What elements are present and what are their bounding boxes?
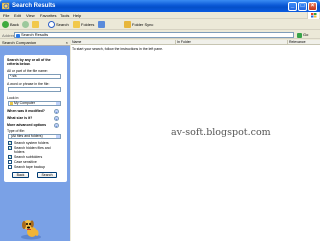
address-input[interactable]: Search Results (14, 32, 294, 38)
case-sensitive-label: Case sensitive (14, 160, 37, 164)
column-in-folder[interactable]: In Folder (176, 40, 288, 45)
when-modified-link[interactable]: When was it modified? (7, 109, 45, 113)
folder-sync-button[interactable]: Folder Sync (124, 20, 153, 29)
up-folder-button[interactable] (32, 20, 40, 29)
go-button[interactable]: Go (297, 32, 317, 38)
views-button[interactable] (98, 20, 106, 29)
search-hidden-files-label-2: folders (14, 150, 25, 154)
minimize-button[interactable]: _ (288, 1, 297, 11)
search-companion-header: Search Companion × (0, 40, 70, 46)
address-value: Search Results (21, 32, 49, 37)
search-icon (2, 2, 10, 10)
close-button[interactable]: × (308, 1, 317, 11)
menu-favorites[interactable]: Favorites (40, 13, 56, 18)
forward-button[interactable] (22, 20, 30, 29)
look-in-label: Look in: (7, 96, 20, 100)
chevron-down-icon[interactable]: » (54, 116, 59, 121)
search-hidden-files-checkbox[interactable]: ✓ (8, 146, 12, 150)
search-label: Search (56, 22, 69, 27)
pane-close-button[interactable]: × (66, 40, 68, 46)
what-size-link[interactable]: What size is it? (7, 116, 32, 120)
column-relevance[interactable]: Relevance (288, 40, 320, 45)
back-arrow-icon (2, 21, 9, 28)
search-subfolders-label: Search subfolders (14, 155, 43, 159)
forward-arrow-icon (22, 21, 29, 28)
search-system-folders-label: Search system folders (14, 141, 49, 145)
intro-line-2: criteria below. (7, 62, 31, 66)
watermark-text: av-soft.blogspot.com (171, 127, 271, 138)
advanced-options-link[interactable]: More advanced options (7, 123, 46, 127)
file-type-value: (All files and folders) (11, 134, 43, 138)
up-folder-icon (32, 21, 39, 28)
search-results-icon (16, 33, 20, 38)
file-name-input[interactable]: *.sis (8, 74, 61, 79)
search-submit-button[interactable]: Search (37, 172, 57, 178)
go-label: Go (303, 32, 309, 37)
search-results-window: Search Results _ □ × File Edit View Favo… (0, 0, 320, 241)
search-icon (48, 21, 55, 28)
window-title: Search Results (12, 3, 56, 9)
back-label: Back (10, 22, 19, 27)
folder-icon (73, 21, 80, 28)
search-criteria-panel: Search by any or all of the criteria bel… (4, 55, 67, 182)
menu-edit[interactable]: Edit (14, 13, 21, 18)
my-computer-icon (9, 102, 13, 105)
results-column-header: Name In Folder Relevance (71, 40, 320, 45)
back-button[interactable]: Back (2, 20, 19, 29)
search-tape-backup-checkbox[interactable] (8, 165, 12, 169)
views-icon (98, 21, 105, 28)
maximize-button[interactable]: □ (298, 1, 307, 11)
toolbar: Back Search Folders Folder Sync (0, 19, 320, 30)
search-dog-icon[interactable] (18, 218, 44, 240)
chevron-down-icon (56, 102, 60, 105)
back-search-button[interactable]: Back (12, 172, 29, 178)
search-subfolders-checkbox[interactable]: ✓ (8, 155, 12, 159)
folders-button[interactable]: Folders (73, 20, 94, 29)
phrase-label: A word or phrase in the file: (7, 82, 50, 86)
column-name[interactable]: Name (71, 40, 176, 45)
search-companion-pane: Search Companion × Search by any or all … (0, 40, 70, 241)
file-name-label: All or part of the file name: (7, 69, 48, 73)
folder-sync-label: Folder Sync (132, 22, 154, 27)
phrase-input[interactable] (8, 87, 61, 92)
search-system-folders-checkbox[interactable]: ✓ (8, 141, 12, 145)
menu-view[interactable]: View (26, 13, 35, 18)
title-bar[interactable]: Search Results _ □ × (0, 0, 320, 12)
chevron-up-icon[interactable]: « (54, 123, 59, 128)
windows-logo-icon (307, 12, 319, 19)
chevron-down-icon[interactable]: » (54, 109, 59, 114)
results-pane: Name In Folder Relevance To start your s… (71, 40, 320, 241)
menu-tools[interactable]: Tools (60, 13, 69, 18)
folders-label: Folders (81, 22, 95, 27)
search-button[interactable]: Search (48, 20, 69, 29)
look-in-dropdown[interactable]: My Computer (8, 101, 61, 106)
results-instructions: To start your search, follow the instruc… (72, 47, 164, 51)
chevron-down-icon (56, 135, 60, 138)
file-type-dropdown[interactable]: (All files and folders) (8, 134, 61, 139)
menu-help[interactable]: Help (73, 13, 81, 18)
search-companion-title: Search Companion (2, 40, 37, 45)
look-in-value: My Computer (14, 101, 36, 105)
address-bar: Address Search Results Go (0, 31, 320, 39)
file-type-label: Type of file: (7, 129, 25, 133)
menu-file[interactable]: File (3, 13, 9, 18)
menu-bar: File Edit View Favorites Tools Help (0, 12, 320, 19)
case-sensitive-checkbox[interactable] (8, 160, 12, 164)
search-tape-backup-label: Search tape backup (14, 165, 46, 169)
go-arrow-icon (297, 32, 302, 38)
folder-sync-icon (124, 21, 131, 28)
